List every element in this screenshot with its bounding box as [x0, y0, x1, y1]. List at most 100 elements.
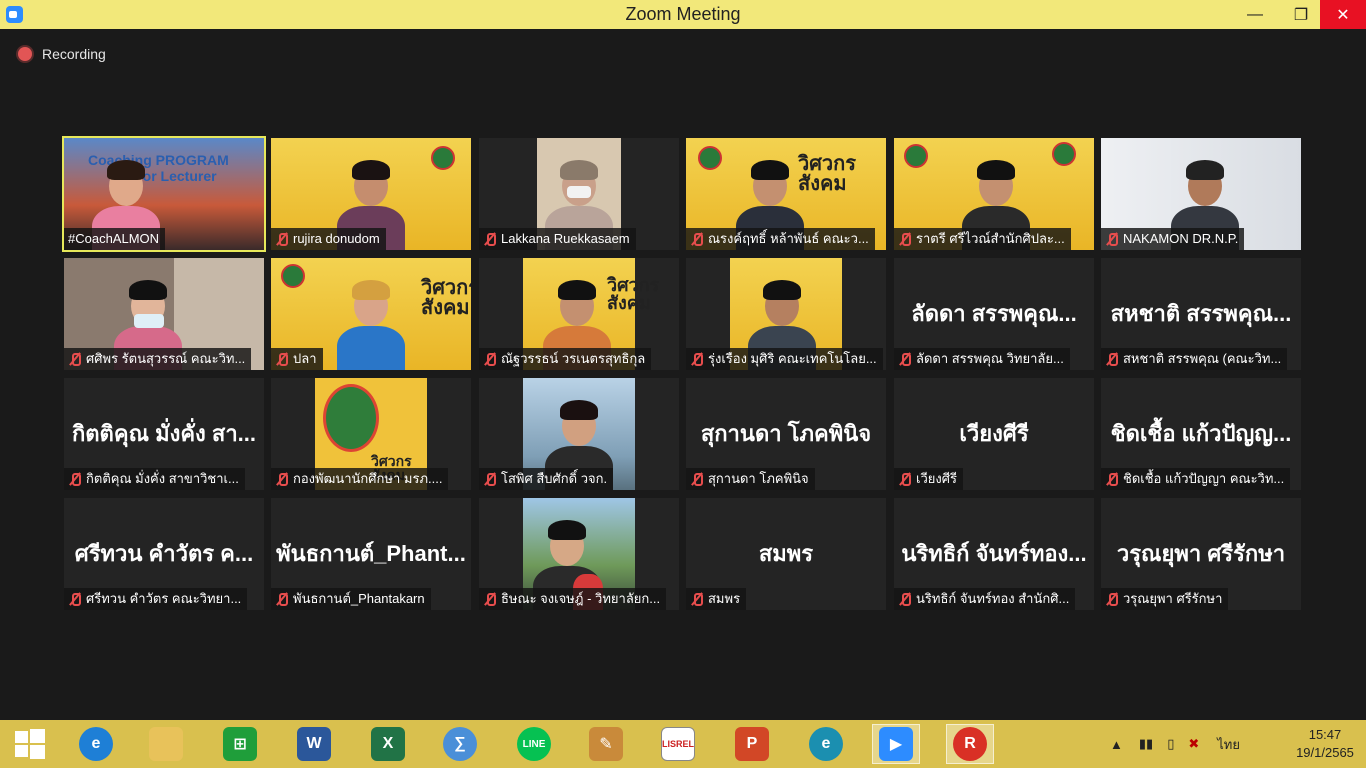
close-button[interactable]: ✕: [1320, 0, 1366, 29]
battery-icon[interactable]: ▯: [1167, 736, 1174, 752]
microphone-muted-icon: [275, 232, 289, 246]
volume-muted-icon[interactable]: ✖: [1188, 736, 1199, 752]
participant-name-label: ราตรี ศรีไวณ์สำนักศิปละ...: [894, 228, 1071, 250]
participant-name-label: สหชาติ สรรพคุณ (คณะวิท...: [1101, 348, 1288, 370]
participant-tile[interactable]: ศรีทวน คำวัตร ค... ศรีทวน คำวัตร คณะวิทยา…: [64, 498, 264, 610]
participant-name-label: ธิษณะ จงเจษฎ์ - วิทยาลัยก...: [479, 588, 667, 610]
participant-tile[interactable]: สุกานดา โภคพินิจ สุกานดา โภคพินิจ: [686, 378, 886, 490]
participant-tile[interactable]: สหชาติ สรรพคุณ... สหชาติ สรรพคุณ (คณะวิท.…: [1101, 258, 1301, 370]
participant-name-label: ศศิพร รัตนสุวรรณ์ คณะวิท...: [64, 348, 252, 370]
taskbar-app-button[interactable]: e: [802, 724, 850, 764]
participant-tile[interactable]: สมพร สมพร: [686, 498, 886, 610]
microphone-muted-icon: [275, 352, 289, 366]
zoom-icon: ▶: [879, 727, 913, 761]
participant-name-text: พันธกานต์_Phantakarn: [293, 591, 425, 606]
banner-line: สังคม: [607, 293, 651, 313]
participant-name-text: ศศิพร รัตนสุวรรณ์ คณะวิท...: [86, 351, 246, 366]
participant-tile[interactable]: วิศวกร สังคม ณรงค์ฤทธิ์ หล้าพันธ์ คณะว...: [686, 138, 886, 250]
participant-tile[interactable]: นริทธิก์ จันทร์ทอง... นริทธิก์ จันทร์ทอง …: [894, 498, 1094, 610]
participant-tile[interactable]: ราตรี ศรีไวณ์สำนักศิปละ...: [894, 138, 1094, 250]
person-hair: [1186, 160, 1224, 180]
taskbar-app-button[interactable]: R: [946, 724, 994, 764]
participant-name-label: สมพร: [686, 588, 747, 610]
participant-name-text: โสพิศ สืบศักดิ์ วจก.: [501, 471, 608, 486]
participant-name-label: rujira donudom: [271, 228, 386, 250]
taskbar-app-button[interactable]: [142, 724, 190, 764]
clock-time: 15:47: [1308, 727, 1342, 742]
language-indicator[interactable]: ไทย: [1217, 734, 1240, 755]
person-hair: [558, 280, 596, 300]
participant-name-text: รุ่งเรือง มุศิริ คณะเทคโนโลย...: [708, 351, 877, 366]
participant-tile[interactable]: Lakkana Ruekkasaem: [479, 138, 679, 250]
person-hair: [751, 160, 789, 180]
chrome-icon: R: [953, 727, 987, 761]
minimize-button[interactable]: —: [1232, 0, 1278, 29]
internet-explorer-icon: e: [79, 727, 113, 761]
participant-tile[interactable]: ชิดเชื้อ แก้วปัญญ... ชิดเชื้อ แก้วปัญญา ค…: [1101, 378, 1301, 490]
taskbar-app-button[interactable]: ∑: [436, 724, 484, 764]
person-body: [337, 326, 405, 370]
participant-display-name: เวียงศีรี: [959, 421, 1029, 446]
participant-tile[interactable]: Coaching PROGRAM for Lecturer #CoachALMON: [62, 136, 266, 252]
participant-tile[interactable]: วิศวกรสังคมกองพัฒนานักศึกษา มรภ....: [271, 378, 471, 490]
participant-tile[interactable]: โสพิศ สืบศักดิ์ วจก.: [479, 378, 679, 490]
participant-tile[interactable]: ลัดดา สรรพคุณ... ลัดดา สรรพคุณ วิทยาลัย..…: [894, 258, 1094, 370]
participant-tile[interactable]: วิศวกรสังคมปลา: [271, 258, 471, 370]
participant-tile[interactable]: พันธกานต์_Phant... พันธกานต์_Phantakarn: [271, 498, 471, 610]
participant-tile[interactable]: ศศิพร รัตนสุวรรณ์ คณะวิท...: [64, 258, 264, 370]
taskbar-app-button[interactable]: LISREL: [654, 724, 702, 764]
taskbar-app-button[interactable]: X: [364, 724, 412, 764]
banner-line: วิศวกร: [371, 453, 412, 469]
participant-name-text: ศรีทวน คำวัตร คณะวิทยา...: [86, 591, 242, 606]
participant-tile[interactable]: rujira donudom: [271, 138, 471, 250]
banner-line: วิศวกร: [421, 277, 471, 299]
microphone-muted-icon: [690, 592, 704, 606]
participant-name-text: กองพัฒนานักศึกษา มรภ....: [293, 471, 443, 486]
participant-tile[interactable]: กิตติคุณ มั่งคั่ง สา... กิตติคุณ มั่งคั่ง…: [64, 378, 264, 490]
taskbar-app-button[interactable]: ⊞: [216, 724, 264, 764]
taskbar-app-button[interactable]: W: [290, 724, 338, 764]
participant-tile[interactable]: รุ่งเรือง มุศิริ คณะเทคโนโลย...: [686, 258, 886, 370]
participant-display-name: กิตติคุณ มั่งคั่ง สา...: [71, 421, 257, 446]
participant-name-text: วรุณยุพา ศรีรักษา: [1123, 591, 1223, 606]
taskbar-app-button[interactable]: P: [728, 724, 776, 764]
participant-name-label: กองพัฒนานักศึกษา มรภ....: [271, 468, 449, 490]
network-icon[interactable]: ▮▮: [1139, 736, 1153, 752]
participant-name-label: รุ่งเรือง มุศิริ คณะเทคโนโลย...: [686, 348, 883, 370]
recording-indicator[interactable]: Recording: [18, 46, 106, 62]
person-hair: [129, 280, 167, 300]
taskbar: e ⊞ W X ∑ LINE ✎ LISREL Pe ▶ R ▲ ▮▮ ▯ ✖ ไทย 15:47 …: [0, 720, 1366, 768]
start-button[interactable]: [6, 724, 54, 764]
show-hidden-icons-icon[interactable]: ▲: [1110, 737, 1123, 752]
person-hair: [560, 400, 598, 420]
maximize-button[interactable]: ❐: [1278, 0, 1324, 29]
banner-text: วิศวกรสังคม: [421, 278, 471, 318]
participant-tile[interactable]: เวียงศีรี เวียงศีรี: [894, 378, 1094, 490]
participant-name-label: #CoachALMON: [64, 228, 166, 250]
clock[interactable]: 15:47 19/1/2565: [1290, 726, 1360, 762]
taskbar-app-button[interactable]: ✎: [582, 724, 630, 764]
participant-name-text: เวียงศีรี: [916, 471, 957, 486]
participant-tile[interactable]: วิศวกร สังคม ณัฐวรรธน์ วรเนตรสุทธิกุล: [479, 258, 679, 370]
participant-tile[interactable]: ธิษณะ จงเจษฎ์ - วิทยาลัยก...: [479, 498, 679, 610]
participant-name-label: นริทธิก์ จันทร์ทอง สำนักศิ...: [894, 588, 1076, 610]
participant-display-name: ลัดดา สรรพคุณ...: [911, 301, 1077, 326]
microphone-muted-icon: [483, 352, 497, 366]
microphone-muted-icon: [483, 472, 497, 486]
taskbar-app-button[interactable]: ▶: [872, 724, 920, 764]
taskbar-app-button[interactable]: e: [72, 724, 120, 764]
person-hair: [977, 160, 1015, 180]
participant-tile[interactable]: NAKAMON DR.N.P.: [1101, 138, 1301, 250]
taskbar-app-button[interactable]: LINE: [510, 724, 558, 764]
microphone-muted-icon: [275, 472, 289, 486]
person-hair: [107, 160, 145, 180]
face-mask: [134, 314, 164, 328]
participant-name-label: ลัดดา สรรพคุณ วิทยาลัย...: [894, 348, 1070, 370]
window-title: Zoom Meeting: [625, 4, 741, 24]
participant-tile[interactable]: วรุณยุพา ศรีรักษา วรุณยุพา ศรีรักษา: [1101, 498, 1301, 610]
university-logo-icon: [431, 146, 455, 170]
word-icon: W: [297, 727, 331, 761]
paint-icon: ✎: [589, 727, 623, 761]
microphone-muted-icon: [898, 352, 912, 366]
participant-name-label: ศรีทวน คำวัตร คณะวิทยา...: [64, 588, 248, 610]
